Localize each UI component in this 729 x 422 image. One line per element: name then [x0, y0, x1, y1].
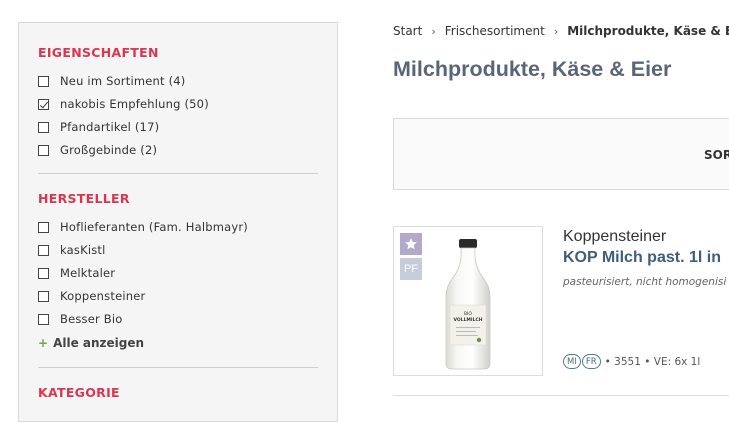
checkbox[interactable]	[38, 244, 49, 256]
filter-hoflieferanten[interactable]: Hoflieferanten (Fam. Halbmayr)	[38, 219, 248, 235]
tag-fr: FR	[581, 354, 601, 369]
milk-bottle-image: BIO VOLLMILCH	[434, 237, 504, 372]
plus-icon: +	[38, 336, 49, 350]
sort-button[interactable]: SOR	[704, 148, 729, 162]
recommendation-badge	[400, 233, 422, 255]
bottle-label-line: BIO	[464, 311, 472, 317]
filter-melktaler[interactable]: Melktaler	[38, 265, 115, 281]
product-description: pasteurisiert, nicht homogenisi	[563, 276, 727, 288]
breadcrumb-frischesortiment[interactable]: Frischesortiment	[445, 24, 545, 38]
pfand-badge: PF	[400, 258, 422, 280]
section-title-manufacturer: HERSTELLER	[38, 191, 130, 206]
checkbox-checked[interactable]	[38, 98, 49, 110]
product-name-link[interactable]: KOP Milch past. 1l in	[563, 249, 721, 267]
checkbox[interactable]	[38, 313, 49, 325]
checkbox[interactable]	[38, 267, 49, 279]
breadcrumb-current: Milchprodukte, Käse & Eier	[567, 24, 729, 38]
checkbox[interactable]	[38, 144, 49, 156]
bottle-label-line: VOLLMILCH	[453, 317, 482, 323]
product-vendor: Koppensteiner	[563, 228, 667, 245]
filter-label: Melktaler	[60, 266, 116, 280]
filter-label: Hoflieferanten (Fam. Halbmayr)	[60, 220, 248, 234]
breadcrumb: Start › Frischesortiment › Milchprodukte…	[393, 24, 729, 38]
filter-label: nakobis Empfehlung (50)	[60, 97, 209, 111]
section-title-category: KATEGORIE	[38, 385, 120, 400]
product-meta-text: • 3551 • VE: 6x 1l	[604, 355, 701, 368]
page-title: Milchprodukte, Käse & Eier	[393, 57, 672, 81]
star-icon	[405, 238, 417, 250]
filter-label: kasKistl	[60, 243, 106, 257]
product-meta: MI FR • 3551 • VE: 6x 1l	[563, 354, 700, 369]
breadcrumb-start[interactable]: Start	[393, 24, 422, 38]
filter-label: Neu im Sortiment (4)	[60, 74, 186, 88]
filter-label: Großgebinde (2)	[60, 143, 158, 157]
checkbox[interactable]	[38, 290, 49, 302]
checkbox[interactable]	[38, 75, 49, 87]
divider	[393, 395, 729, 396]
divider	[38, 367, 318, 368]
filter-label: Besser Bio	[60, 312, 123, 326]
filter-grossgebinde[interactable]: Großgebinde (2)	[38, 142, 157, 158]
filter-label: Pfandartikel (17)	[60, 120, 160, 134]
tag-mi: MI	[563, 354, 581, 369]
filter-pfandartikel[interactable]: Pfandartikel (17)	[38, 119, 159, 135]
filter-besser-bio[interactable]: Besser Bio	[38, 311, 123, 327]
show-all-label: Alle anzeigen	[53, 336, 145, 350]
show-all-manufacturers-link[interactable]: + Alle anzeigen	[38, 336, 144, 350]
filter-nakobis-empfehlung[interactable]: nakobis Empfehlung (50)	[38, 96, 209, 112]
breadcrumb-separator-icon: ›	[553, 24, 559, 38]
filter-neu-im-sortiment[interactable]: Neu im Sortiment (4)	[38, 73, 185, 89]
product-image[interactable]: PF BIO VOLLMILCH	[393, 226, 543, 376]
filter-label: Koppensteiner	[60, 289, 146, 303]
breadcrumb-separator-icon: ›	[431, 24, 436, 38]
filter-sidebar: EIGENSCHAFTEN Neu im Sortiment (4) nakob…	[18, 22, 338, 422]
section-title-properties: EIGENSCHAFTEN	[38, 45, 159, 60]
filter-kaskistl[interactable]: kasKistl	[38, 242, 106, 258]
divider	[38, 173, 318, 174]
checkbox[interactable]	[38, 221, 49, 233]
sort-bar: SOR	[393, 118, 729, 190]
checkbox[interactable]	[38, 121, 49, 133]
filter-koppensteiner[interactable]: Koppensteiner	[38, 288, 145, 304]
